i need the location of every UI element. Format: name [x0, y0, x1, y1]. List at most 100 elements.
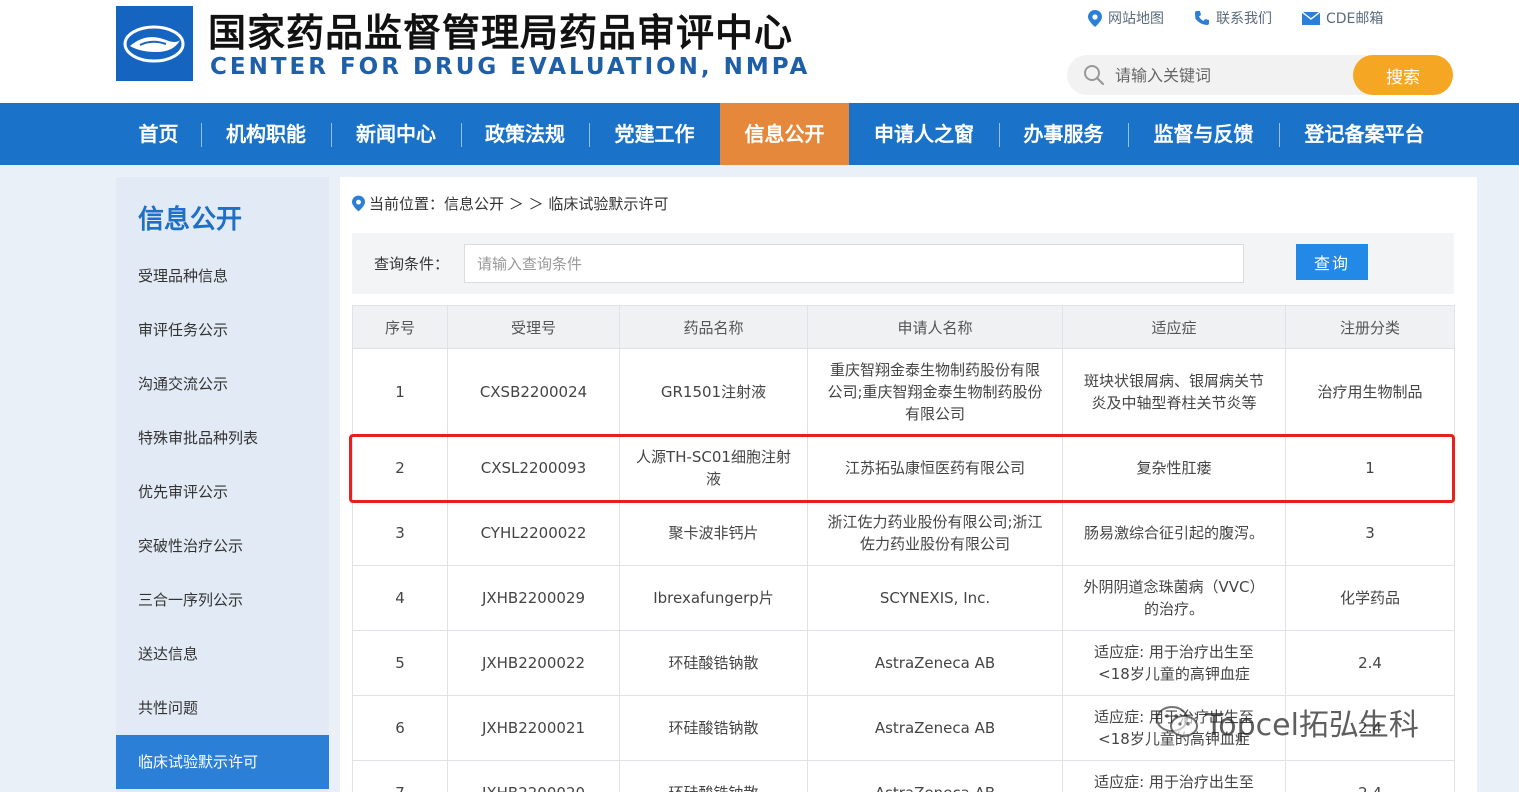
nav-party[interactable]: 党建工作: [589, 103, 720, 165]
table-row[interactable]: 7 JXHB2200020 环硅酸锆钠散 AstraZeneca AB 适应症:…: [352, 760, 1455, 792]
sidebar-item-priority-review[interactable]: 优先审评公示: [116, 465, 329, 519]
cell-indication: 复杂性肛瘘: [1062, 435, 1286, 501]
sidebar-item-clinical-trial-permit[interactable]: 临床试验默示许可: [116, 735, 329, 789]
cell-drug-name: 聚卡波非钙片: [619, 500, 808, 566]
sitemap-link[interactable]: 网站地图: [1088, 8, 1164, 28]
cell-drug-name: 环硅酸锆钠散: [619, 630, 808, 696]
table-row[interactable]: 2 CXSL2200093 人源TH-SC01细胞注射液 江苏拓弘康恒医药有限公…: [352, 435, 1455, 501]
cell-index: 3: [352, 500, 448, 566]
cell-indication: 适应症: 用于治疗出生至<18岁儿童的高钾血症: [1062, 630, 1286, 696]
table-row[interactable]: 1 CXSB2200024 GR1501注射液 重庆智翔金泰生物制药股份有限公司…: [352, 348, 1455, 436]
logo-emblem-icon: [116, 6, 193, 81]
cell-applicant: AstraZeneca AB: [807, 760, 1063, 792]
cell-acceptance-no: CXSB2200024: [447, 348, 620, 436]
cde-mail-link-label: CDE邮箱: [1326, 11, 1384, 27]
main-content: 当前位置： 信息公开 ＞ ＞ 临床试验默示许可 查询条件： 查询 序号 受理号 …: [340, 177, 1477, 792]
sidebar-item-breakthrough[interactable]: 突破性治疗公示: [116, 519, 329, 573]
search-icon: [1084, 65, 1105, 86]
cell-registration-class: 2.4: [1285, 760, 1455, 792]
table-row[interactable]: 3 CYHL2200022 聚卡波非钙片 浙江佐力药业股份有限公司;浙江佐力药业…: [352, 500, 1455, 566]
mail-icon: [1302, 11, 1320, 25]
cell-index: 5: [352, 630, 448, 696]
nav-functions[interactable]: 机构职能: [201, 103, 331, 165]
breadcrumb-label: 当前位置：: [369, 195, 445, 213]
cell-applicant: AstraZeneca AB: [807, 695, 1063, 761]
sitemap-link-label: 网站地图: [1108, 11, 1164, 27]
cell-index: 6: [352, 695, 448, 761]
nav-news[interactable]: 新闻中心: [331, 103, 461, 165]
sidebar-item-communication[interactable]: 沟通交流公示: [116, 357, 329, 411]
sidebar-item-common-issues[interactable]: 共性问题: [116, 681, 329, 735]
nav-home[interactable]: 首页: [116, 103, 201, 165]
cell-registration-class: 1: [1285, 435, 1455, 501]
header-acceptance-no: 受理号: [447, 305, 620, 349]
header-index: 序号: [352, 305, 448, 349]
nav-policy[interactable]: 政策法规: [461, 103, 589, 165]
cell-acceptance-no: JXHB2200029: [447, 565, 620, 631]
query-label: 查询条件：: [374, 255, 450, 273]
main-nav: 首页 机构职能 新闻中心 政策法规 党建工作 信息公开 申请人之窗 办事服务 监…: [0, 103, 1519, 165]
cell-registration-class: 2.4: [1285, 695, 1455, 761]
cell-index: 1: [352, 348, 448, 436]
cell-registration-class: 化学药品: [1285, 565, 1455, 631]
phone-icon: [1195, 11, 1209, 25]
cde-mail-link[interactable]: CDE邮箱: [1302, 8, 1383, 28]
cell-applicant: 浙江佐力药业股份有限公司;浙江佐力药业股份有限公司: [807, 500, 1063, 566]
cell-drug-name: 环硅酸锆钠散: [619, 760, 808, 792]
cell-index: 7: [352, 760, 448, 792]
cell-drug-name: 环硅酸锆钠散: [619, 695, 808, 761]
cell-applicant: 重庆智翔金泰生物制药股份有限公司;重庆智翔金泰生物制药股份有限公司: [807, 348, 1063, 436]
sidebar-item-special-approval[interactable]: 特殊审批品种列表: [116, 411, 329, 465]
nav-supervision[interactable]: 监督与反馈: [1128, 103, 1279, 165]
top-links: 网站地图 联系我们 CDE邮箱: [1088, 8, 1383, 28]
header-registration-class: 注册分类: [1285, 305, 1455, 349]
sidebar-item-delivery[interactable]: 送达信息: [116, 627, 329, 681]
cell-indication: 外阴阴道念珠菌病（VVC）的治疗。: [1062, 565, 1286, 631]
site-title-en: CENTER FOR DRUG EVALUATION, NMPA: [210, 54, 811, 80]
breadcrumb-path[interactable]: 信息公开 ＞ ＞ 临床试验默示许可: [444, 193, 668, 214]
cell-acceptance-no: JXHB2200022: [447, 630, 620, 696]
query-bar: 查询条件： 查询: [352, 233, 1454, 294]
breadcrumb: 当前位置： 信息公开 ＞ ＞ 临床试验默示许可: [352, 193, 668, 214]
nav-info-disclosure[interactable]: 信息公开: [720, 103, 849, 165]
cell-applicant: SCYNEXIS, Inc.: [807, 565, 1063, 631]
cell-applicant: AstraZeneca AB: [807, 630, 1063, 696]
header-indication: 适应症: [1062, 305, 1286, 349]
cell-drug-name: Ibrexafungerp片: [619, 565, 808, 631]
table-row[interactable]: 6 JXHB2200021 环硅酸锆钠散 AstraZeneca AB 适应症:…: [352, 695, 1455, 761]
cell-indication: 斑块状银屑病、银屑病关节炎及中轴型脊柱关节炎等: [1062, 348, 1286, 436]
results-table: 序号 受理号 药品名称 申请人名称 适应症 注册分类 1 CXSB2200024…: [352, 305, 1455, 792]
cell-acceptance-no: CXSL2200093: [447, 435, 620, 501]
nav-registration[interactable]: 登记备案平台: [1279, 103, 1450, 165]
cell-acceptance-no: CYHL2200022: [447, 500, 620, 566]
sidebar-item-accepted-varieties[interactable]: 受理品种信息: [116, 249, 329, 303]
cell-registration-class: 治疗用生物制品: [1285, 348, 1455, 436]
contact-link-label: 联系我们: [1216, 11, 1272, 27]
table-row[interactable]: 4 JXHB2200029 Ibrexafungerp片 SCYNEXIS, I…: [352, 565, 1455, 631]
search-input[interactable]: [1115, 61, 1345, 89]
cell-index: 2: [352, 435, 448, 501]
cell-applicant: 江苏拓弘康恒医药有限公司: [807, 435, 1063, 501]
header-drug-name: 药品名称: [619, 305, 808, 349]
cell-registration-class: 2.4: [1285, 630, 1455, 696]
sidebar-item-three-in-one[interactable]: 三合一序列公示: [116, 573, 329, 627]
table-row[interactable]: 5 JXHB2200022 环硅酸锆钠散 AstraZeneca AB 适应症:…: [352, 630, 1455, 696]
nav-services[interactable]: 办事服务: [999, 103, 1128, 165]
cell-acceptance-no: JXHB2200021: [447, 695, 620, 761]
search-button[interactable]: 搜索: [1353, 55, 1453, 95]
query-input[interactable]: [464, 244, 1244, 283]
cell-drug-name: 人源TH-SC01细胞注射液: [619, 435, 808, 501]
cell-drug-name: GR1501注射液: [619, 348, 808, 436]
cell-registration-class: 3: [1285, 500, 1455, 566]
site-title-cn: 国家药品监督管理局药品审评中心: [208, 11, 794, 55]
cde-logo[interactable]: [116, 6, 193, 81]
sidebar: 信息公开 受理品种信息 审评任务公示 沟通交流公示 特殊审批品种列表 优先审评公…: [116, 177, 329, 792]
nav-applicant[interactable]: 申请人之窗: [849, 103, 999, 165]
cell-indication: 肠易激综合征引起的腹泻。: [1062, 500, 1286, 566]
contact-link[interactable]: 联系我们: [1194, 8, 1272, 28]
site-search: 搜索: [1067, 55, 1453, 95]
location-pin-icon: [1088, 9, 1102, 27]
sidebar-item-review-tasks[interactable]: 审评任务公示: [116, 303, 329, 357]
site-header: 国家药品监督管理局药品审评中心 CENTER FOR DRUG EVALUATI…: [0, 0, 1519, 103]
query-button[interactable]: 查询: [1296, 244, 1368, 280]
